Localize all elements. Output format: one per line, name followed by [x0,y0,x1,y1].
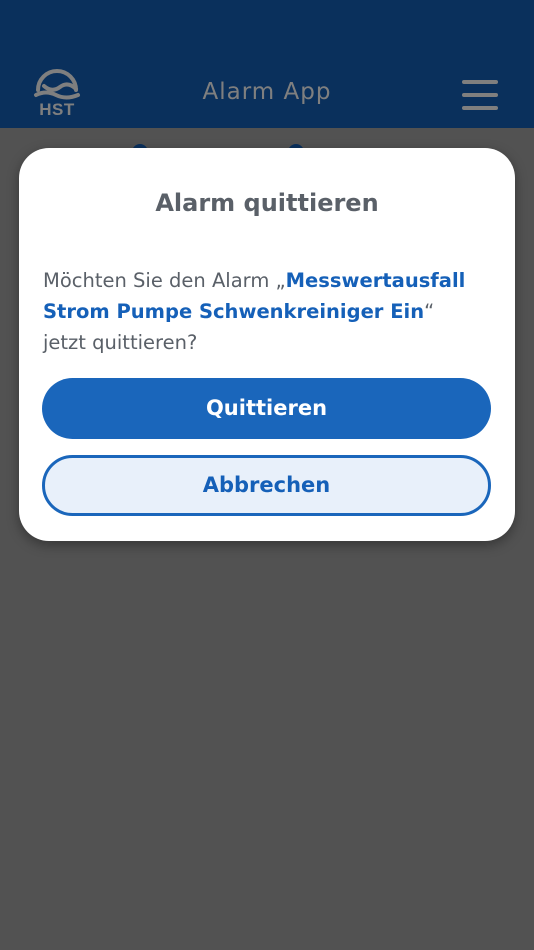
dialog-title: Alarm quittieren [155,189,379,217]
message-prefix: Möchten Sie den Alarm „ [43,269,286,292]
acknowledge-button[interactable]: Quittieren [42,378,491,439]
cancel-button[interactable]: Abbrechen [42,455,491,516]
dialog-message: Möchten Sie den Alarm „Messwertausfall S… [43,265,483,358]
confirm-dialog: Alarm quittieren Möchten Sie den Alarm „… [19,148,515,541]
